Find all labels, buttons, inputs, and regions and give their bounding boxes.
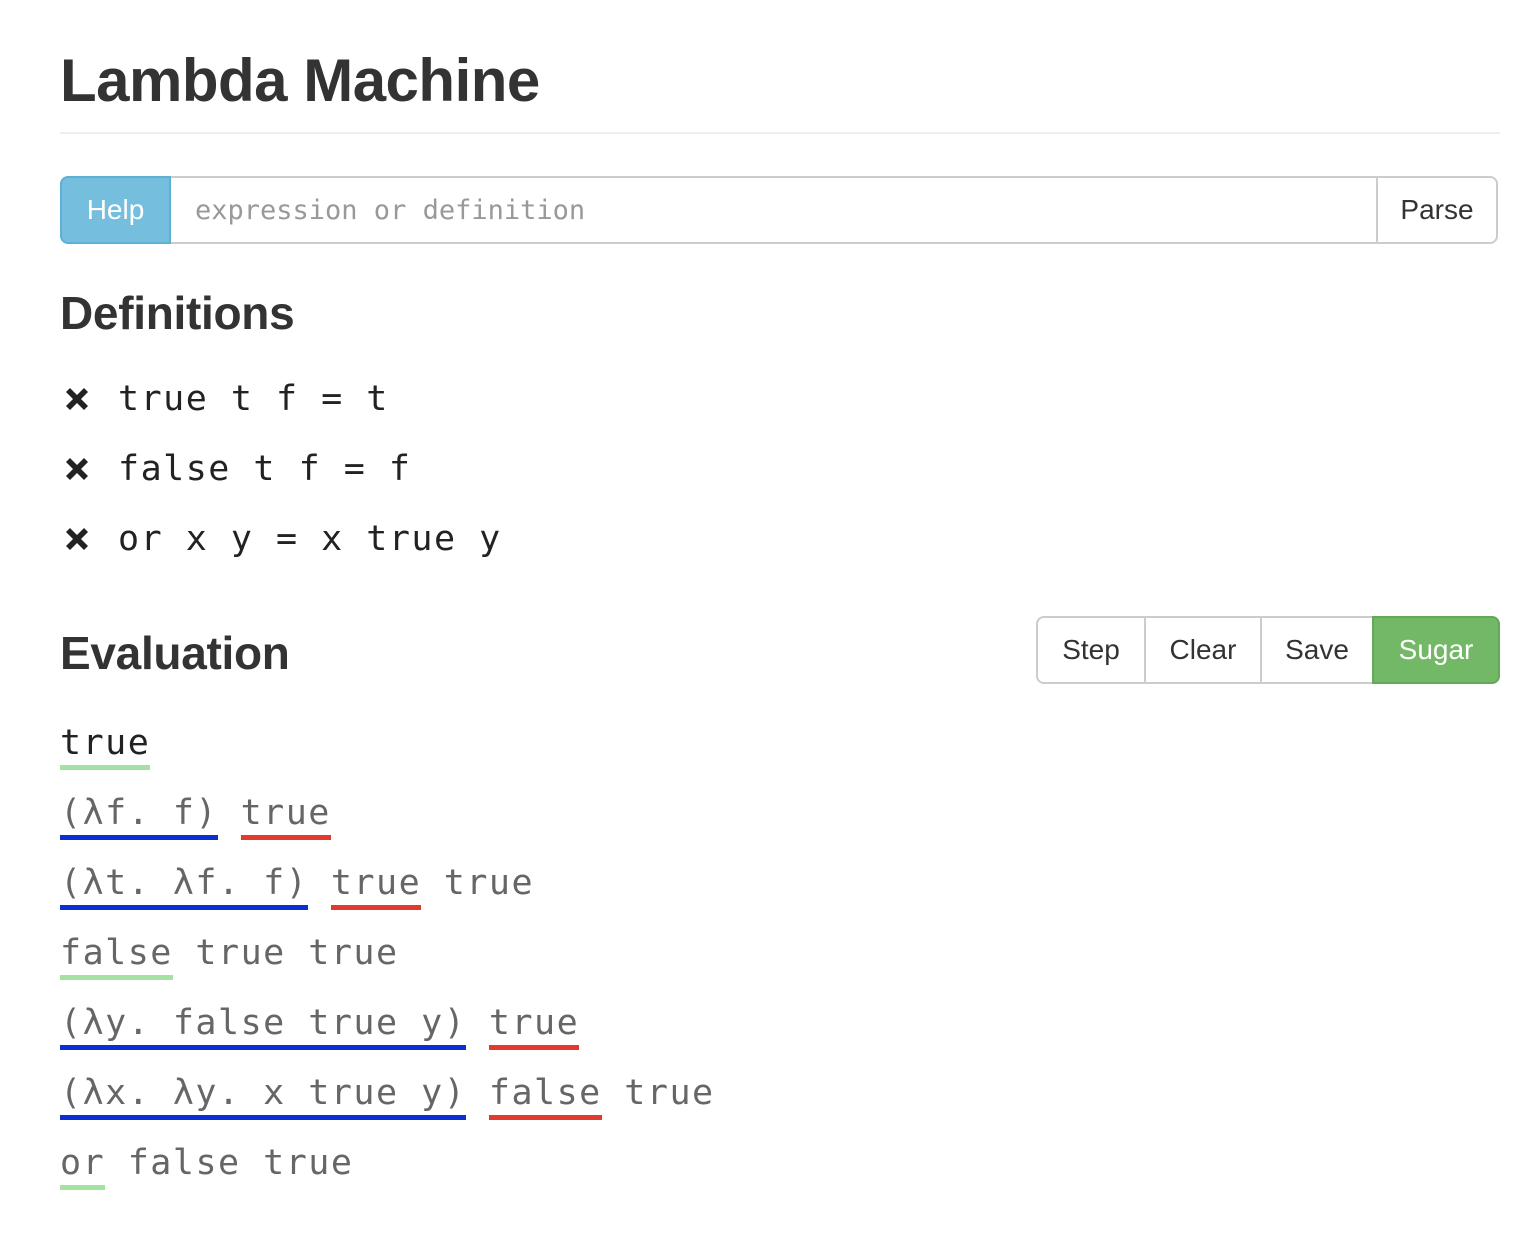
expression-token bbox=[218, 788, 241, 838]
redex-token-red[interactable]: false bbox=[488, 1071, 602, 1120]
redex-token-red[interactable]: true bbox=[488, 1001, 580, 1050]
help-button[interactable]: Help bbox=[60, 176, 171, 244]
remove-icon[interactable] bbox=[60, 382, 94, 416]
evaluation-step: false true true bbox=[60, 928, 399, 984]
evaluation-step: or false true bbox=[60, 1138, 353, 1194]
save-button[interactable]: Save bbox=[1260, 616, 1374, 684]
step-button[interactable]: Step bbox=[1036, 616, 1146, 684]
expression-token: true bbox=[421, 863, 535, 903]
expression-token: true bbox=[601, 1073, 715, 1113]
expression-input-group: Help Parse bbox=[60, 176, 1498, 244]
expression-token bbox=[466, 998, 489, 1048]
redex-token-green[interactable]: false bbox=[60, 931, 173, 980]
definition-text: true t f = t bbox=[118, 379, 389, 419]
evaluation-step: (λx. λy. x true y) false true bbox=[60, 1068, 715, 1124]
redex-token-red[interactable]: true bbox=[240, 791, 331, 840]
expression-token: false true bbox=[105, 1143, 354, 1183]
definition-item: true t f = t bbox=[60, 374, 389, 424]
evaluation-heading: Evaluation bbox=[60, 627, 290, 679]
page-title: Lambda Machine bbox=[60, 47, 540, 114]
expression-token: true true bbox=[172, 933, 399, 973]
definition-item: false t f = f bbox=[60, 444, 411, 494]
redex-token-blue[interactable]: (λf. f) bbox=[60, 791, 219, 840]
redex-token-red[interactable]: true bbox=[330, 861, 422, 910]
expression-token bbox=[466, 1068, 489, 1118]
definition-text: or x y = x true y bbox=[118, 519, 502, 559]
expression-input[interactable] bbox=[171, 176, 1376, 244]
remove-icon[interactable] bbox=[60, 522, 94, 556]
expression-token bbox=[308, 858, 331, 908]
definition-item: or x y = x true y bbox=[60, 514, 502, 564]
evaluation-step: (λt. λf. f) true true bbox=[60, 858, 534, 914]
evaluation-toolbar: Step Clear Save Sugar bbox=[1036, 616, 1500, 684]
title-divider bbox=[60, 132, 1500, 134]
evaluation-step: (λy. false true y) true bbox=[60, 998, 580, 1054]
redex-token-blue[interactable]: (λt. λf. f) bbox=[60, 861, 309, 910]
clear-button[interactable]: Clear bbox=[1144, 616, 1262, 684]
definition-text: false t f = f bbox=[118, 449, 412, 489]
evaluation-step: (λf. f) true bbox=[60, 788, 331, 844]
sugar-toggle-button[interactable]: Sugar bbox=[1372, 616, 1500, 684]
remove-icon[interactable] bbox=[60, 452, 94, 486]
definitions-heading: Definitions bbox=[60, 287, 295, 339]
redex-token-green[interactable]: true bbox=[60, 721, 151, 770]
redex-token-blue[interactable]: (λx. λy. x true y) bbox=[60, 1071, 467, 1120]
redex-token-blue[interactable]: (λy. false true y) bbox=[60, 1001, 467, 1050]
parse-button[interactable]: Parse bbox=[1376, 176, 1498, 244]
redex-token-green[interactable]: or bbox=[60, 1141, 106, 1190]
evaluation-step: true bbox=[60, 718, 151, 774]
